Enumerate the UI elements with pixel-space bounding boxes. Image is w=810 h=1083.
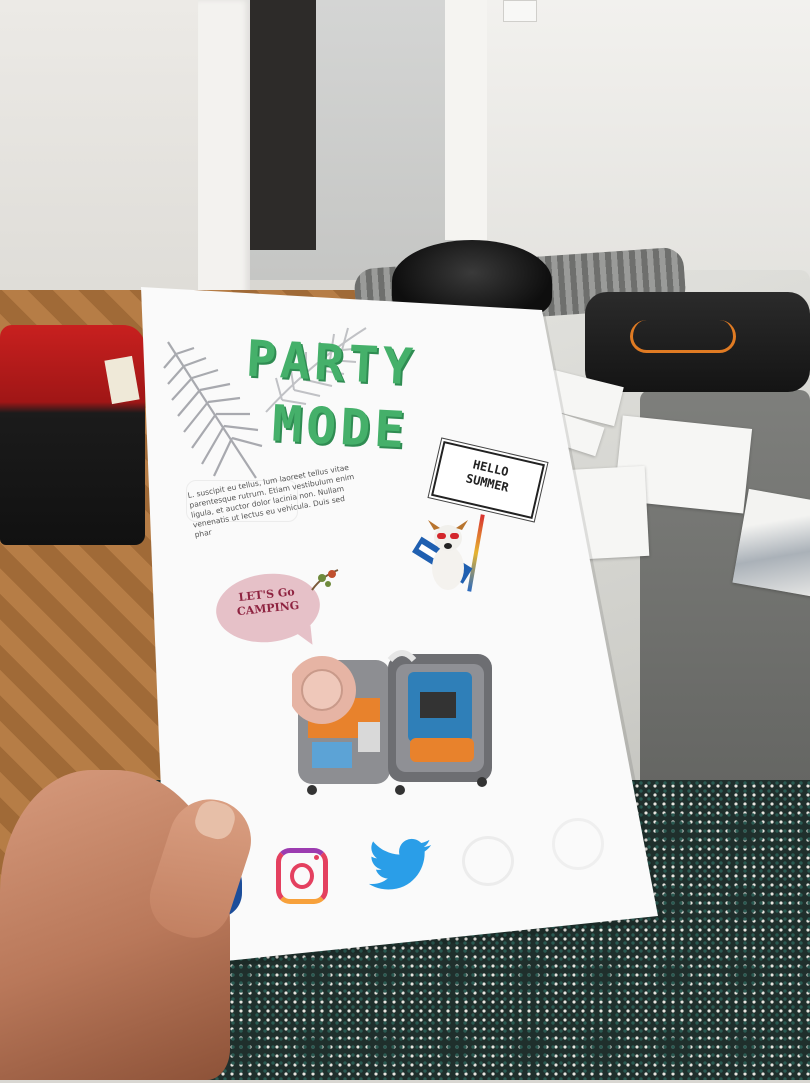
poster-title-line2: MODE xyxy=(270,394,410,460)
hello-summer-sign: HELLO SUMMER xyxy=(431,441,545,519)
instagram-lens xyxy=(290,863,314,889)
packed-suitcase-image xyxy=(292,650,492,795)
dark-door-panel xyxy=(250,0,316,250)
faded-social-icon xyxy=(462,836,514,886)
door-frame xyxy=(198,0,250,295)
instagram-dot xyxy=(314,855,319,860)
door-jamb xyxy=(445,0,487,240)
poster-title-line1: PARTY xyxy=(244,329,418,397)
sprig-icon xyxy=(311,569,339,591)
light-switch xyxy=(503,0,537,22)
faded-social-icon xyxy=(552,818,604,870)
backpack-orange-cord xyxy=(630,320,736,353)
twitter-icon[interactable] xyxy=(366,832,434,900)
dog-with-sunglasses-image xyxy=(412,520,473,590)
